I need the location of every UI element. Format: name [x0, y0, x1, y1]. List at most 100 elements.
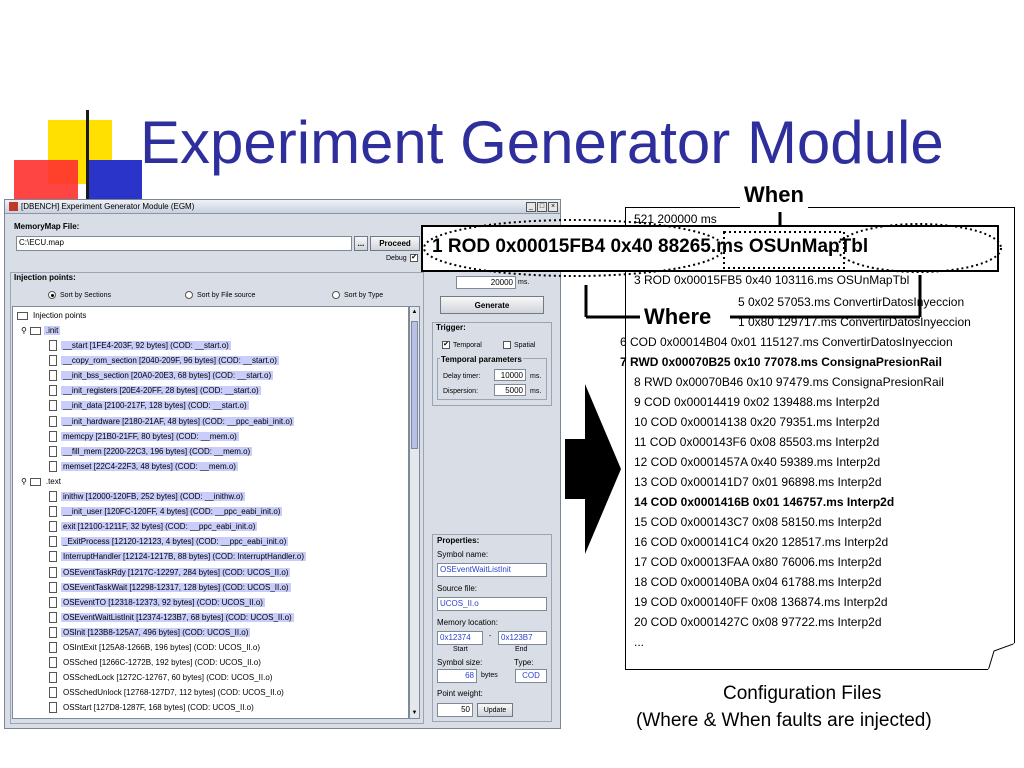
- sort-by-type-radio[interactable]: Sort by Type: [332, 291, 383, 299]
- tree-item[interactable]: OSEventTaskWait [12298-12317, 128 bytes]…: [49, 580, 291, 595]
- folder-icon: [29, 326, 41, 335]
- tree-item[interactable]: OSSchedUnlock [12768-127D7, 112 bytes] (…: [49, 685, 286, 700]
- tree-scrollbar[interactable]: ▲ ▼: [409, 306, 420, 719]
- config-line: 12 COD 0x0001457A 0x40 59389.ms Interp2d: [634, 455, 881, 469]
- slide-title: Experiment Generator Module: [140, 109, 944, 176]
- delay-timer-unit: ms.: [530, 373, 542, 380]
- sort-by-sections-label: Sort by Sections: [60, 291, 111, 299]
- sort-by-type-label: Sort by Type: [344, 291, 384, 299]
- tree-item[interactable]: __init_user [120FC-120FF, 4 bytes] (COD:…: [49, 504, 283, 519]
- tree-item-label: __start [1FE4-203F, 92 bytes] (COD: __st…: [61, 341, 231, 350]
- sort-by-sections-radio[interactable]: Sort by Sections: [48, 291, 111, 299]
- file-icon: [49, 611, 57, 623]
- browse-button[interactable]: ...: [354, 236, 368, 251]
- delay-timer-field[interactable]: 10000: [494, 369, 526, 381]
- tree-item[interactable]: OSSchedLock [1272C-12767, 60 bytes] (COD…: [49, 670, 274, 685]
- tree-item[interactable]: OSInit [123B8-125A7, 496 bytes] (COD: UC…: [49, 625, 251, 640]
- update-button[interactable]: Update: [477, 703, 513, 717]
- temporal-checkbox[interactable]: ✔ Temporal: [442, 341, 482, 349]
- tree-item[interactable]: __copy_rom_section [2040-209F, 96 bytes]…: [49, 353, 279, 368]
- injection-tree[interactable]: Injection points ⚲ .init __start [1FE4-20…: [12, 306, 409, 719]
- tree-item-label: exit [12100-1211F, 32 bytes] (COD: __ppc…: [61, 522, 258, 532]
- callout-lines: [584, 212, 922, 319]
- tree-item[interactable]: __start [1FE4-203F, 92 bytes] (COD: __st…: [49, 338, 231, 353]
- tree-item[interactable]: OSEventTO [12318-12373, 92 bytes] (COD: …: [49, 595, 265, 610]
- tree-item[interactable]: exit [12100-1211F, 32 bytes] (COD: __ppc…: [49, 519, 258, 534]
- minimize-button[interactable]: _: [526, 201, 536, 212]
- scroll-up-icon[interactable]: ▲: [411, 308, 418, 316]
- memory-start-value: 0x12374: [437, 631, 483, 645]
- file-icon: [49, 596, 57, 608]
- tree-item[interactable]: inithw [12000-120FB, 252 bytes] (COD: __…: [49, 489, 246, 504]
- right-arrow-icon: [565, 384, 621, 554]
- generate-button[interactable]: Generate: [440, 296, 544, 314]
- config-line: 8 RWD 0x00070B46 0x10 97479.ms ConsignaP…: [634, 375, 944, 389]
- sort-by-file-label: Sort by File source: [197, 291, 256, 299]
- tree-item[interactable]: __init_hardware [2180-21AF, 48 bytes] (C…: [49, 414, 295, 429]
- file-icon: [49, 672, 57, 684]
- config-line: 7 RWD 0x00070B25 0x10 77078.ms ConsignaP…: [620, 355, 942, 369]
- trigger-label: Trigger:: [436, 323, 466, 332]
- bytes-label: bytes: [481, 672, 498, 679]
- tree-item[interactable]: OSEventTaskRdy [1217C-12297, 284 bytes] …: [49, 565, 291, 580]
- expand-icon: ⚲: [21, 477, 27, 486]
- tree-item[interactable]: InterruptHandler [12124-1217B, 88 bytes]…: [49, 549, 307, 564]
- page-fold-icon: [988, 643, 1016, 671]
- file-icon: [49, 566, 57, 578]
- tree-item-label: OSIntExit [125A8-1266B, 196 bytes] (COD:…: [63, 643, 260, 652]
- tree-root[interactable]: Injection points: [17, 308, 88, 323]
- memorymap-field[interactable]: C:\ECU.map: [16, 236, 352, 251]
- tree-item[interactable]: __init_bss_section [20A0-20E3, 68 bytes]…: [49, 368, 274, 383]
- close-button[interactable]: ×: [548, 201, 558, 212]
- tree-item[interactable]: _ExitProcess [12120-12123, 4 bytes] (COD…: [49, 534, 289, 549]
- tree-item-label: InterruptHandler [12124-1217B, 88 bytes]…: [61, 552, 307, 562]
- config-line: 14 COD 0x0001416B 0x01 146757.ms Interp2…: [634, 495, 895, 509]
- app-icon: [9, 202, 18, 211]
- config-line: 18 COD 0x000140BA 0x04 61788.ms Interp2d: [634, 575, 882, 589]
- file-icon: [49, 536, 57, 548]
- caption-line-1: Configuration Files: [723, 683, 882, 704]
- tree-item-label: OSEventWaitListInit [12374-123B7, 68 byt…: [61, 612, 294, 622]
- tree-item[interactable]: memset [22C4-22F3, 48 bytes] (COD: __mem…: [49, 459, 238, 474]
- temporal-label: Temporal: [453, 341, 482, 349]
- config-line: 13 COD 0x000141D7 0x01 96898.ms Interp2d: [634, 475, 882, 489]
- temporal-params-label: Temporal parameters: [440, 355, 523, 364]
- tree-item[interactable]: OSSched [1266C-1272B, 192 bytes] (COD: U…: [49, 655, 263, 670]
- tree-item[interactable]: __init_registers [20E4-20FF, 28 bytes] (…: [49, 383, 261, 398]
- tree-item-label: OSSched [1266C-1272B, 192 bytes] (COD: U…: [63, 658, 261, 668]
- file-icon: [49, 340, 57, 351]
- tree-item[interactable]: __init_data [2100-217F, 128 bytes] (COD:…: [49, 398, 249, 413]
- tree-section-text[interactable]: ⚲ .text: [21, 474, 63, 489]
- injection-points-label: Injection points:: [14, 273, 76, 282]
- tree-item[interactable]: OSEventWaitListInit [12374-123B7, 68 byt…: [49, 610, 294, 625]
- maximize-button[interactable]: □: [537, 201, 547, 212]
- scroll-down-icon[interactable]: ▼: [411, 709, 418, 717]
- symbol-size-value: 68: [437, 669, 477, 683]
- tree-item-label: memcpy [21B0-21FF, 80 bytes] (COD: __mem…: [61, 431, 239, 441]
- folder-icon: [29, 477, 41, 486]
- tree-item[interactable]: OSIntExit [125A8-1266B, 196 bytes] (COD:…: [49, 640, 262, 655]
- sort-by-file-radio[interactable]: Sort by File source: [185, 291, 255, 299]
- tree-section-init[interactable]: ⚲ .init: [21, 323, 61, 338]
- symbol-size-label: Symbol size:: [437, 658, 483, 667]
- file-icon: [49, 551, 57, 563]
- tree-item-label: OSSchedLock [1272C-12767, 60 bytes] (COD…: [63, 673, 273, 683]
- spatial-checkbox[interactable]: Spatial: [503, 341, 535, 349]
- symbol-name-label: Symbol name:: [437, 550, 489, 559]
- properties-label: Properties:: [437, 536, 480, 545]
- dispersion-field[interactable]: 5000: [494, 384, 526, 396]
- config-line: 17 COD 0x00013FAA 0x80 76006.ms Interp2d: [634, 555, 882, 569]
- tree-item[interactable]: OSStart [127D8-1287F, 168 bytes] (COD: U…: [49, 700, 256, 715]
- file-icon: [49, 687, 57, 699]
- tree-item-label: OSEventTaskWait [12298-12317, 128 bytes]…: [61, 582, 291, 592]
- scroll-thumb[interactable]: [411, 321, 418, 449]
- when-callout: When: [740, 182, 808, 208]
- point-weight-label: Point weight:: [437, 689, 483, 698]
- file-icon: [49, 642, 57, 653]
- tree-item[interactable]: __fill_mem [2200-22C3, 196 bytes] (COD: …: [49, 444, 253, 459]
- tree-item[interactable]: memcpy [21B0-21FF, 80 bytes] (COD: __mem…: [49, 429, 239, 444]
- proceed-button[interactable]: Proceed: [370, 236, 420, 251]
- file-icon: [49, 385, 57, 397]
- type-label: Type:: [514, 658, 534, 667]
- point-weight-field[interactable]: 50: [437, 703, 473, 717]
